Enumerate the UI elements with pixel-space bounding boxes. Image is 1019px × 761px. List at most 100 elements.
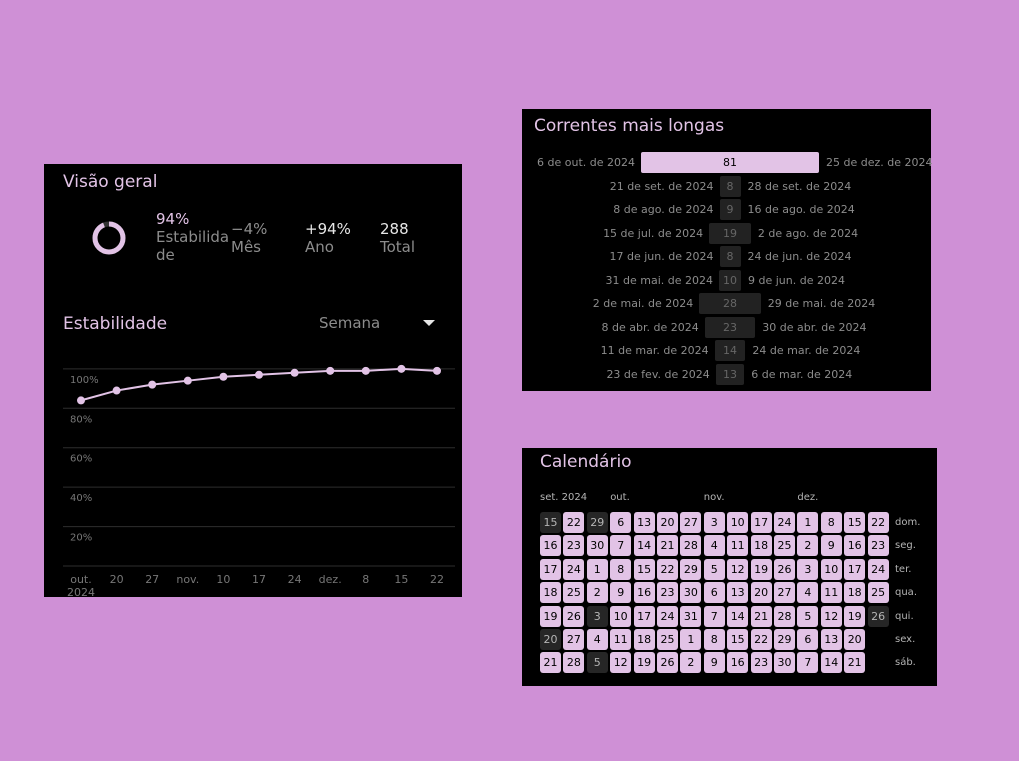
calendar-day-cell[interactable]: 24 [867,558,889,580]
calendar-day-cell[interactable]: 6 [797,629,819,650]
calendar-day-cell[interactable]: 23 [750,652,772,674]
calendar-day-cell[interactable]: 18 [844,582,866,604]
calendar-day-cell[interactable]: 29 [586,512,608,533]
calendar-day-cell[interactable]: 18 [633,629,655,650]
calendar-day-cell[interactable]: 21 [750,605,772,627]
calendar-day-cell[interactable]: 22 [867,512,889,533]
range-dropdown[interactable]: Semana [319,314,435,334]
calendar-day-cell[interactable]: 31 [680,605,702,627]
calendar-day-cell[interactable]: 17 [750,512,772,533]
calendar-day-cell[interactable]: 15 [727,629,749,650]
calendar-day-cell[interactable]: 4 [797,582,819,604]
calendar-day-cell[interactable]: 5 [797,605,819,627]
calendar-day-cell[interactable]: 20 [540,629,561,650]
calendar-day-cell[interactable]: 23 [657,582,678,604]
calendar-day-cell[interactable]: 26 [657,652,678,674]
calendar-day-cell[interactable]: 3 [703,512,725,533]
calendar-day-cell[interactable]: 8 [820,512,842,533]
calendar-day-cell[interactable]: 9 [820,535,842,557]
calendar-day-cell[interactable]: 20 [750,582,772,604]
calendar-day-cell[interactable]: 25 [867,582,889,604]
calendar-day-cell[interactable]: 2 [797,535,819,557]
calendar-day-cell[interactable]: 30 [774,652,795,674]
calendar-day-cell[interactable]: 25 [563,582,585,604]
calendar-day-cell[interactable]: 7 [797,652,819,674]
calendar-day-cell[interactable]: 30 [586,535,608,557]
calendar-day-cell[interactable]: 25 [774,535,795,557]
calendar-day-cell[interactable]: 15 [540,512,561,533]
calendar-day-cell[interactable]: 15 [633,558,655,580]
calendar-day-cell[interactable]: 8 [610,558,632,580]
calendar-day-cell[interactable]: 21 [657,535,678,557]
calendar-day-cell[interactable]: 11 [610,629,632,650]
calendar-day-cell[interactable]: 23 [563,535,585,557]
calendar-day-cell[interactable]: 4 [586,629,608,650]
calendar-day-cell[interactable]: 14 [727,605,749,627]
calendar-day-cell[interactable]: 30 [680,582,702,604]
calendar-day-cell[interactable]: 13 [633,512,655,533]
calendar-day-cell[interactable]: 24 [657,605,678,627]
calendar-day-cell[interactable]: 14 [820,652,842,674]
calendar-day-cell[interactable]: 16 [540,535,561,557]
calendar-day-cell[interactable]: 1 [797,512,819,533]
calendar-day-cell[interactable]: 1 [680,629,702,650]
calendar-day-cell[interactable]: 20 [844,629,866,650]
calendar-day-cell[interactable]: 6 [703,582,725,604]
calendar-day-cell[interactable]: 19 [633,652,655,674]
calendar-day-cell[interactable]: 16 [844,535,866,557]
calendar-day-cell[interactable]: 25 [657,629,678,650]
calendar-day-cell[interactable]: 9 [703,652,725,674]
calendar-day-cell[interactable]: 16 [727,652,749,674]
calendar-day-cell[interactable]: 27 [563,629,585,650]
calendar-day-cell[interactable]: 22 [657,558,678,580]
calendar-day-cell[interactable]: 21 [844,652,866,674]
calendar-day-cell[interactable]: 18 [540,582,561,604]
calendar-day-cell[interactable]: 12 [820,605,842,627]
calendar-day-cell[interactable]: 26 [867,605,889,627]
calendar-day-cell[interactable]: 20 [657,512,678,533]
calendar-day-cell[interactable]: 29 [774,629,795,650]
calendar-day-cell[interactable]: 7 [610,535,632,557]
calendar-day-cell[interactable]: 10 [820,558,842,580]
calendar-day-cell[interactable]: 12 [610,652,632,674]
calendar-day-cell[interactable]: 5 [703,558,725,580]
calendar-day-cell[interactable]: 17 [540,558,561,580]
calendar-day-cell[interactable]: 15 [844,512,866,533]
calendar-day-cell[interactable]: 7 [703,605,725,627]
calendar-day-cell[interactable]: 19 [750,558,772,580]
calendar-day-cell[interactable]: 26 [563,605,585,627]
calendar-day-cell[interactable]: 5 [586,652,608,674]
calendar-day-cell[interactable]: 19 [540,605,561,627]
calendar-day-cell[interactable]: 17 [633,605,655,627]
calendar-day-cell[interactable]: 23 [867,535,889,557]
calendar-day-cell[interactable]: 28 [563,652,585,674]
calendar-day-cell[interactable]: 4 [703,535,725,557]
calendar-day-cell[interactable]: 1 [586,558,608,580]
calendar-day-cell[interactable]: 3 [586,605,608,627]
calendar-day-cell[interactable]: 13 [727,582,749,604]
calendar-day-cell[interactable]: 27 [774,582,795,604]
calendar-day-cell[interactable]: 9 [610,582,632,604]
calendar-day-cell[interactable]: 19 [844,605,866,627]
calendar-day-cell[interactable]: 29 [680,558,702,580]
calendar-day-cell[interactable]: 8 [703,629,725,650]
calendar-day-cell[interactable]: 2 [680,652,702,674]
calendar-day-cell[interactable]: 26 [774,558,795,580]
calendar-day-cell[interactable]: 22 [750,629,772,650]
calendar-day-cell[interactable]: 16 [633,582,655,604]
calendar-day-cell[interactable]: 12 [727,558,749,580]
calendar-day-cell[interactable]: 11 [727,535,749,557]
calendar-day-cell[interactable]: 28 [774,605,795,627]
calendar-day-cell[interactable]: 18 [750,535,772,557]
calendar-day-cell[interactable]: 3 [797,558,819,580]
calendar-day-cell[interactable]: 11 [820,582,842,604]
calendar-day-cell[interactable]: 13 [820,629,842,650]
calendar-day-cell[interactable]: 24 [563,558,585,580]
calendar-day-cell[interactable]: 27 [680,512,702,533]
calendar-day-cell[interactable]: 14 [633,535,655,557]
calendar-day-cell[interactable]: 6 [610,512,632,533]
calendar-day-cell[interactable]: 10 [610,605,632,627]
calendar-day-cell[interactable]: 21 [540,652,561,674]
calendar-day-cell[interactable]: 28 [680,535,702,557]
calendar-day-cell[interactable]: 10 [727,512,749,533]
